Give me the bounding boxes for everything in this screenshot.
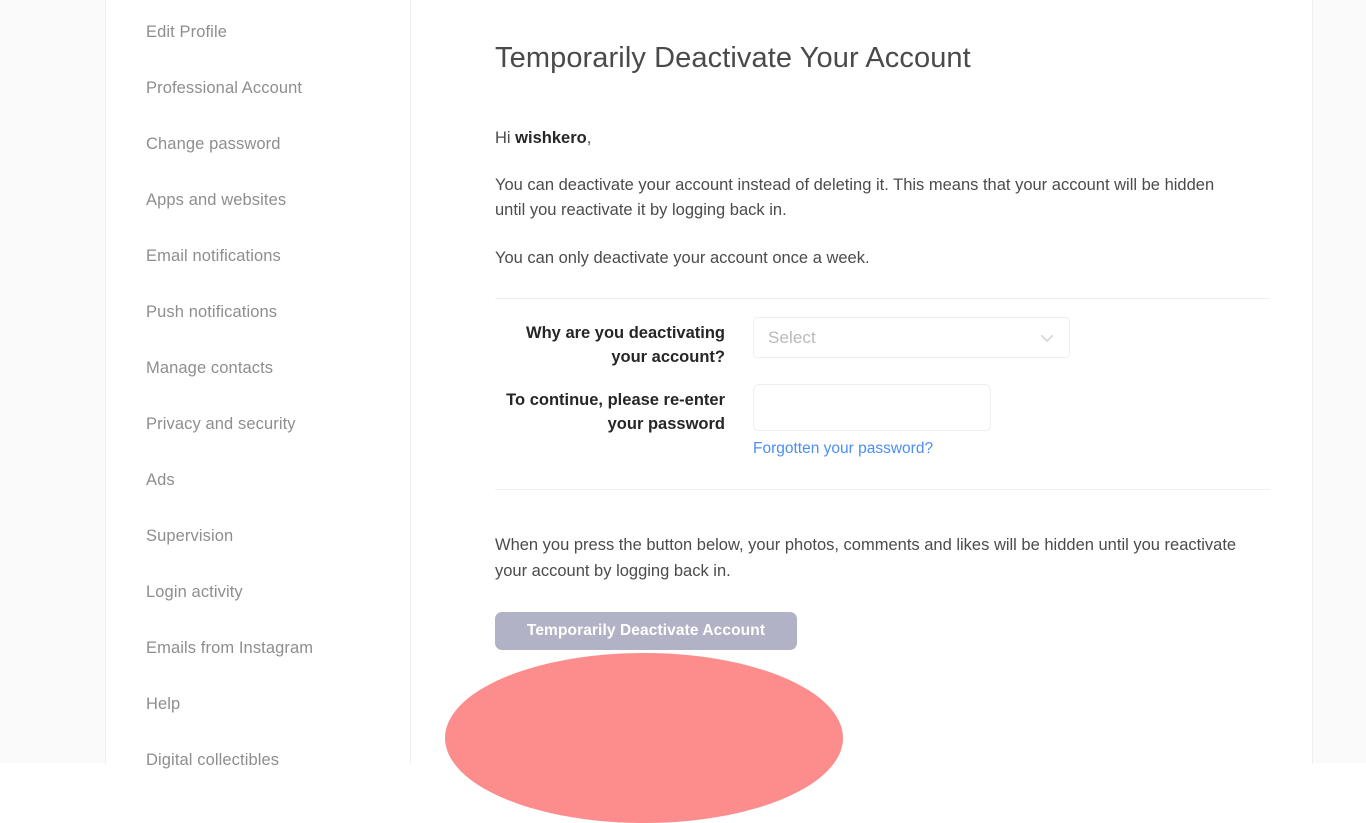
chevron-down-icon (1040, 334, 1054, 342)
sidebar-item-label: Digital collectibles (146, 751, 280, 770)
sidebar-item-label: Push notifications (146, 303, 278, 322)
sidebar-item-label: Privacy and security (146, 415, 296, 434)
sidebar-item-email-notifications[interactable]: Email notifications (106, 229, 410, 285)
password-label: To continue, please re-enter your passwo… (506, 391, 725, 434)
sidebar-item-edit-profile[interactable]: Edit Profile (106, 5, 410, 61)
sidebar-item-change-password[interactable]: Change password (106, 117, 410, 173)
deactivate-frequency-note: You can only deactivate your account onc… (495, 248, 870, 267)
username: wishkero (515, 128, 587, 147)
sidebar-item-ads[interactable]: Ads (106, 453, 410, 509)
forgot-password-link[interactable]: Forgotten your password? (753, 440, 933, 458)
sidebar-item-label: Ads (146, 471, 175, 490)
reason-row: Why are you deactivating your account? S… (495, 317, 1270, 370)
greeting-prefix: Hi (495, 128, 516, 147)
deactivate-account-panel: Temporarily Deactivate Your Account Hi w… (411, 0, 1314, 764)
page-title: Temporarily Deactivate Your Account (495, 42, 971, 74)
greeting-suffix: , (586, 128, 592, 147)
reason-select-value: Select (768, 327, 816, 347)
sidebar-item-label: Apps and websites (146, 191, 287, 210)
sidebar-item-professional-account[interactable]: Professional Account (106, 61, 410, 117)
sidebar-item-label: Supervision (146, 527, 234, 546)
sidebar-item-push-notifications[interactable]: Push notifications (106, 285, 410, 341)
sidebar-item-label: Help (146, 695, 181, 714)
sidebar-item-label: Manage contacts (146, 359, 274, 378)
sidebar-item-privacy-and-security[interactable]: Privacy and security (106, 397, 410, 453)
sidebar-item-manage-contacts[interactable]: Manage contacts (106, 341, 410, 397)
password-row: To continue, please re-enter your passwo… (495, 384, 1270, 458)
deactivate-description: You can deactivate your account instead … (495, 175, 1215, 220)
sidebar-item-label: Emails from Instagram (146, 639, 314, 658)
sidebar-item-supervision[interactable]: Supervision (106, 509, 410, 565)
sidebar-item-label: Login activity (146, 583, 243, 602)
password-field-group: Forgotten your password? (753, 384, 991, 458)
sidebar-item-emails-from-instagram[interactable]: Emails from Instagram (106, 621, 410, 677)
sidebar-item-digital-collectibles[interactable]: Digital collectibles (106, 733, 410, 789)
sidebar-item-label: Edit Profile (146, 23, 227, 42)
settings-sidebar: Edit Profile Professional Account Change… (106, 0, 411, 769)
settings-page: Edit Profile Professional Account Change… (0, 0, 1366, 823)
sidebar-item-apps-and-websites[interactable]: Apps and websites (106, 173, 410, 229)
password-input[interactable] (753, 384, 991, 432)
deactivate-form: Why are you deactivating your account? S… (495, 299, 1270, 458)
sidebar-item-label: Change password (146, 135, 281, 154)
greeting-line: Hi wishkero, (495, 78, 1270, 151)
deactivate-button-wrap: Temporarily Deactivate Account (495, 584, 1270, 651)
sidebar-item-help[interactable]: Help (106, 677, 410, 733)
reason-select[interactable]: Select (753, 317, 1070, 359)
temporarily-deactivate-account-button[interactable]: Temporarily Deactivate Account (495, 612, 797, 651)
settings-card: Edit Profile Professional Account Change… (105, 0, 1314, 769)
sidebar-item-label: Professional Account (146, 79, 303, 98)
sidebar-item-login-activity[interactable]: Login activity (106, 565, 410, 621)
sidebar-item-label: Email notifications (146, 247, 281, 266)
deactivate-warning-note: When you press the button below, your ph… (495, 536, 1237, 580)
reason-label: Why are you deactivating your account? (526, 324, 725, 367)
